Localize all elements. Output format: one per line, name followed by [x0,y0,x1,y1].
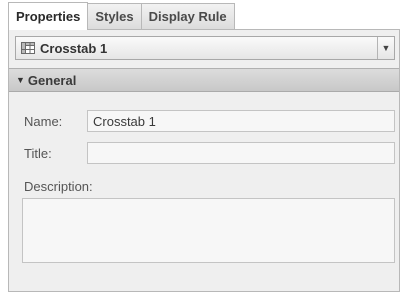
description-label: Description: [24,179,93,194]
tab-properties[interactable]: Properties [8,2,89,30]
selected-object-label: Crosstab 1 [40,40,108,56]
general-section-label: General [27,72,77,88]
crosstab-table-icon [21,42,35,54]
object-selector-dropdown[interactable]: Crosstab 1 ▼ [15,36,395,60]
properties-body: Crosstab 1 ▼ ▼ General Name: Crosstab 1 … [8,30,400,292]
tab-styles[interactable]: Styles [87,3,142,29]
tab-display-rule[interactable]: Display Rule [140,3,235,29]
tab-bar: Properties Styles Display Rule [8,2,400,30]
name-label: Name: [24,114,63,129]
chevron-down-icon[interactable]: ▼ [377,37,394,59]
collapse-triangle-icon: ▼ [16,75,25,85]
properties-panel: Properties Styles Display Rule Crosstab … [8,2,400,292]
description-textarea[interactable] [22,198,395,263]
title-label: Title: [24,146,52,161]
general-section-header[interactable]: ▼ General [9,68,399,92]
title-field[interactable] [87,142,395,164]
name-field[interactable]: Crosstab 1 [87,110,395,132]
